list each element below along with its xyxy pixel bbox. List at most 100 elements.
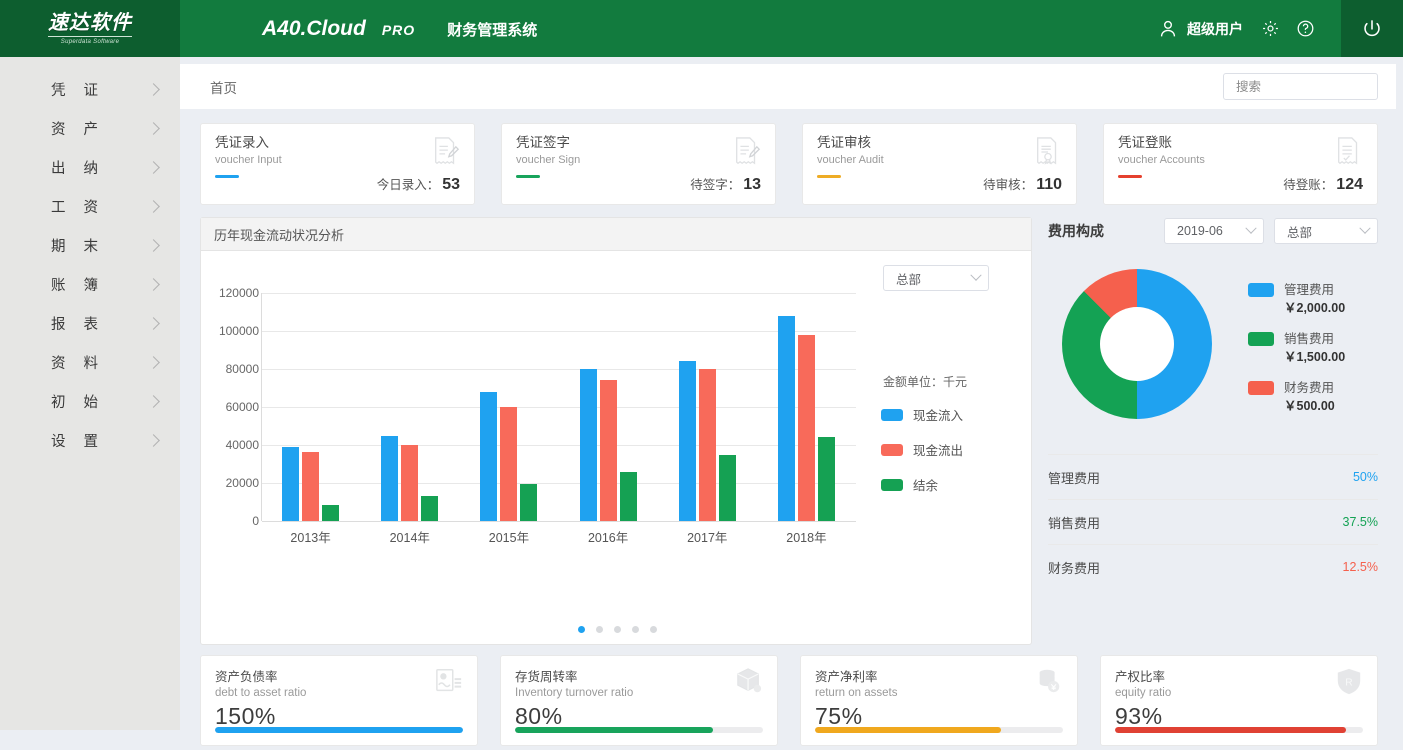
chevron-right-icon xyxy=(147,200,160,213)
stat-card-label: 待登账： xyxy=(1283,178,1333,192)
search-box[interactable] xyxy=(1223,73,1378,100)
chart-bar[interactable] xyxy=(322,505,339,521)
power-icon[interactable] xyxy=(1341,0,1403,57)
chart-department-select[interactable]: 总部 xyxy=(883,265,989,291)
stat-card-voucher-input[interactable]: 凭证录入 voucher Input 今日录入：53 xyxy=(200,123,475,205)
kpi-card-debt-to-asset[interactable]: 资产负债率 debt to asset ratio 150% xyxy=(200,655,478,746)
chart-bar[interactable] xyxy=(818,437,835,521)
chart-bar[interactable] xyxy=(699,369,716,521)
carousel-dot[interactable] xyxy=(614,626,621,633)
chart-bar[interactable] xyxy=(778,316,795,521)
chart-bar[interactable] xyxy=(719,455,736,522)
expense-department-value: 总部 xyxy=(1287,222,1351,241)
app-title-group: A40.Cloud PRO 财务管理系统 xyxy=(262,17,537,41)
sidebar-item-cashier[interactable]: 出 纳 xyxy=(0,148,180,187)
kpi-cards: 资产负债率 debt to asset ratio 150% 存货周转率 Inv… xyxy=(200,655,1378,746)
donut-legend-item-admin[interactable]: 管理费用 ￥2,000.00 xyxy=(1248,281,1345,317)
expense-period-value: 2019-06 xyxy=(1177,224,1237,238)
main-content: 首页 凭证录入 voucher Input 今日录入：53 xyxy=(180,57,1403,750)
chart-bars xyxy=(261,293,856,521)
voucher-stat-cards: 凭证录入 voucher Input 今日录入：53 凭证签字 voucher … xyxy=(200,123,1378,205)
help-icon[interactable] xyxy=(1296,19,1315,38)
user-name-label[interactable]: 超级用户 xyxy=(1187,19,1243,39)
expense-name: 销售费用 xyxy=(1048,513,1100,532)
carousel-dot[interactable] xyxy=(632,626,639,633)
chevron-right-icon xyxy=(147,161,160,174)
brand-logo[interactable]: 速达软件 Superdata Software xyxy=(0,0,180,57)
stat-card-voucher-accounts[interactable]: 凭证登账 voucher Accounts 待登账：124 xyxy=(1103,123,1378,205)
sidebar-item-reports[interactable]: 报 表 xyxy=(0,304,180,343)
chart-bar[interactable] xyxy=(500,407,517,521)
kpi-card-inventory-turnover[interactable]: 存货周转率 Inventory turnover ratio 80% xyxy=(500,655,778,746)
app-edition-badge: PRO xyxy=(382,22,415,38)
chart-bar[interactable] xyxy=(798,335,815,521)
y-tick-label: 0 xyxy=(252,514,259,528)
chart-bar[interactable] xyxy=(421,496,438,521)
report-chart-icon xyxy=(435,667,463,695)
chart-bar[interactable] xyxy=(520,484,537,521)
expense-percent: 50% xyxy=(1353,470,1378,484)
sidebar-item-initial[interactable]: 初 始 xyxy=(0,382,180,421)
sidebar-item-period-end[interactable]: 期 末 xyxy=(0,226,180,265)
bar-group xyxy=(261,293,360,521)
stat-card-voucher-sign[interactable]: 凭证签字 voucher Sign 待签字：13 xyxy=(501,123,776,205)
voucher-audit-icon xyxy=(1033,136,1063,168)
expense-period-select[interactable]: 2019-06 xyxy=(1164,218,1264,244)
kpi-progress-track xyxy=(815,727,1063,733)
carousel-dot[interactable] xyxy=(596,626,603,633)
legend-item-balance[interactable]: 结余 xyxy=(881,475,1026,494)
sidebar-item-voucher[interactable]: 凭 证 xyxy=(0,70,180,109)
chart-unit-note: 金额单位：千元 xyxy=(881,373,1026,390)
chart-bar[interactable] xyxy=(620,472,637,521)
stat-card-title-cn: 凭证审核 xyxy=(817,135,1062,151)
stat-card-title-en: voucher Audit xyxy=(817,154,1062,166)
chart-bar[interactable] xyxy=(480,392,497,521)
chevron-right-icon xyxy=(147,83,160,96)
stat-card-footer: 待登账：124 xyxy=(1283,174,1363,194)
coins-stack-icon xyxy=(1035,667,1063,695)
breadcrumb[interactable]: 首页 xyxy=(210,77,237,97)
svg-text:R: R xyxy=(1345,678,1352,689)
kpi-title-en: debt to asset ratio xyxy=(215,687,463,699)
sidebar-item-assets[interactable]: 资 产 xyxy=(0,109,180,148)
chart-bar[interactable] xyxy=(302,452,319,521)
legend-label: 结余 xyxy=(913,475,938,494)
sidebar-item-label: 出 纳 xyxy=(0,157,149,178)
y-tick-label: 100000 xyxy=(219,324,259,338)
y-tick-label: 20000 xyxy=(226,476,259,490)
legend-item-inflow[interactable]: 现金流入 xyxy=(881,405,1026,424)
sidebar-item-salary[interactable]: 工 资 xyxy=(0,187,180,226)
stat-card-voucher-audit[interactable]: 凭证审核 voucher Audit 待审核：110 xyxy=(802,123,1077,205)
stat-card-label: 待审核： xyxy=(983,178,1033,192)
user-icon[interactable] xyxy=(1157,18,1179,40)
search-input[interactable] xyxy=(1236,80,1397,94)
chart-bar[interactable] xyxy=(679,361,696,521)
expense-department-select[interactable]: 总部 xyxy=(1274,218,1378,244)
stat-card-footer: 待签字：13 xyxy=(690,174,761,194)
shield-icon: R xyxy=(1335,667,1363,695)
kpi-card-return-on-assets[interactable]: 资产净利率 return on assets 75% xyxy=(800,655,1078,746)
y-tick-label: 120000 xyxy=(219,286,259,300)
legend-item-outflow[interactable]: 现金流出 xyxy=(881,440,1026,459)
legend-swatch xyxy=(1248,332,1274,346)
legend-swatch xyxy=(881,444,903,456)
chart-bar[interactable] xyxy=(580,369,597,521)
sidebar-item-settings[interactable]: 设 置 xyxy=(0,421,180,460)
kpi-card-equity-ratio[interactable]: 产权比率 equity ratio 93% R xyxy=(1100,655,1378,746)
chart-bar[interactable] xyxy=(381,436,398,521)
gear-icon[interactable] xyxy=(1261,19,1280,38)
donut-legend-item-sales[interactable]: 销售费用 ￥1,500.00 xyxy=(1248,330,1345,366)
donut-legend-item-finance[interactable]: 财务费用 ￥500.00 xyxy=(1248,379,1345,415)
bar-group xyxy=(360,293,459,521)
brand-name-en: Superdata Software xyxy=(48,36,132,45)
stat-card-value: 53 xyxy=(442,176,460,193)
sidebar-item-ledger[interactable]: 账 簿 xyxy=(0,265,180,304)
chart-bar[interactable] xyxy=(401,445,418,521)
carousel-dot[interactable] xyxy=(650,626,657,633)
chart-bar[interactable] xyxy=(600,380,617,521)
donut-legend-amount: ￥1,500.00 xyxy=(1284,350,1345,364)
donut-ring[interactable] xyxy=(1062,269,1212,419)
carousel-dot[interactable] xyxy=(578,626,585,633)
chart-bar[interactable] xyxy=(282,447,299,521)
sidebar-item-data[interactable]: 资 料 xyxy=(0,343,180,382)
